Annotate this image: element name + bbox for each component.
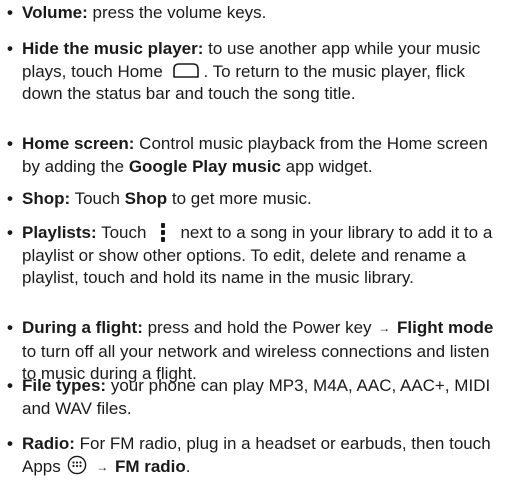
list-item-playlists: • Playlists: Touch next to a song in your… — [0, 222, 507, 290]
list-item-file-types: • File types: your phone can play MP3, M… — [0, 375, 507, 420]
term-flight: During a flight: — [22, 318, 143, 337]
apps-icon — [67, 455, 87, 475]
term-home-screen: Home screen: — [22, 134, 135, 153]
text-home-screen-2: app widget. — [280, 156, 373, 176]
fm-radio-label: FM radio — [114, 456, 186, 476]
term-file-types: File types: — [22, 376, 107, 395]
bullet: • — [7, 134, 13, 153]
flight-mode-label: Flight mode — [397, 318, 494, 337]
bullet: • — [7, 434, 13, 453]
menu-icon — [156, 222, 170, 242]
google-play-music-label: Google Play music — [128, 156, 281, 176]
list-item-volume: • Volume: press the volume keys. — [0, 2, 507, 25]
bullet: • — [7, 223, 13, 242]
bullet: • — [7, 39, 13, 58]
arrow-icon: → — [96, 459, 109, 474]
term-radio: Radio: — [22, 434, 75, 453]
term-volume: Volume: — [22, 3, 88, 22]
bullet: • — [7, 189, 13, 208]
arrow-icon: → — [378, 321, 391, 335]
text-radio-2: . — [185, 456, 191, 476]
text-radio-1: For FM radio, plug in a headset or earbu… — [22, 434, 491, 476]
bullet: • — [7, 318, 13, 337]
term-hide-player: Hide the music player: — [22, 39, 204, 58]
list-item-radio: • Radio: For FM radio, plug in a headset… — [0, 433, 507, 479]
text-flight-1: press and hold the Power key — [142, 318, 372, 337]
document-page: • Volume: press the volume keys. • Hide … — [0, 0, 507, 476]
text-playlists-1: Touch — [96, 223, 147, 242]
list-item-home-screen: • Home screen: Control music playback fr… — [0, 133, 507, 178]
list-item-hide-player: • Hide the music player: to use another … — [0, 38, 507, 106]
term-playlists: Playlists: — [22, 223, 97, 242]
term-shop: Shop: — [22, 189, 71, 208]
bullet: • — [7, 3, 13, 22]
bullet: • — [7, 376, 13, 395]
home-icon — [172, 62, 200, 78]
text-volume: press the volume keys. — [87, 3, 267, 22]
shop-label: Shop — [124, 189, 168, 208]
list-item-shop: • Shop: Touch Shop to get more music. — [0, 188, 507, 211]
text-shop-2: to get more music. — [167, 189, 312, 208]
text-shop-1: Touch — [70, 189, 125, 208]
